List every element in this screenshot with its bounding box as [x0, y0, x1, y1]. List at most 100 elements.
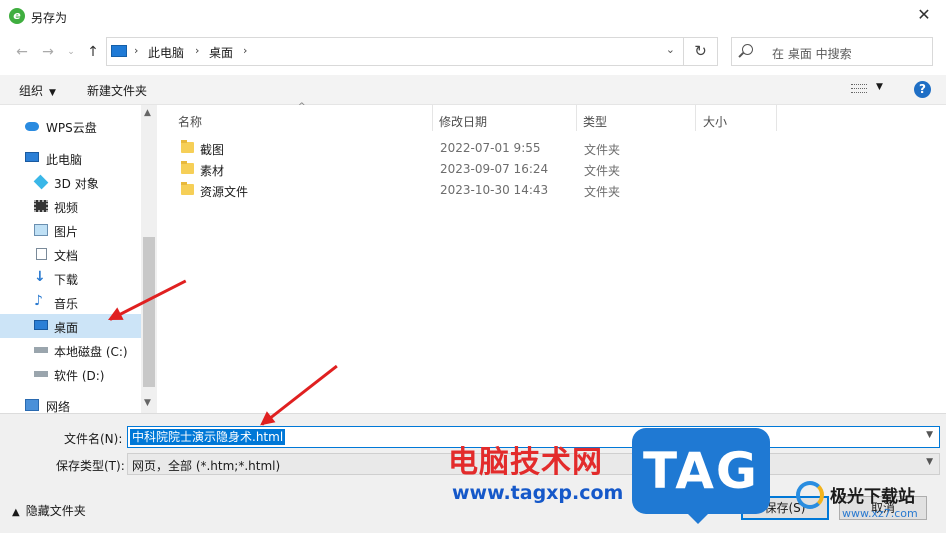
sidebar-item-software-d[interactable]: 软件 (D:) — [0, 362, 141, 386]
column-divider[interactable] — [776, 105, 777, 131]
sidebar-item-label: 3D 对象 — [54, 177, 99, 191]
caret-down-icon[interactable]: ▼ — [876, 82, 883, 92]
sidebar-item-label: 文档 — [54, 249, 79, 263]
sidebar-item-music[interactable]: ♪ 音乐 — [0, 290, 141, 314]
command-toolbar: 组织 ▼ 新建文件夹 ▼ ? — [0, 75, 946, 105]
sidebar-item-label: 此电脑 — [46, 153, 83, 167]
drive-icon — [34, 371, 48, 377]
sidebar-item-label: 桌面 — [54, 321, 79, 335]
column-header-date[interactable]: 修改日期 — [439, 113, 487, 130]
chevron-down-icon[interactable]: ▼ — [926, 430, 933, 440]
filetype-value: 网页，全部 (*.htm;*.html) — [132, 459, 281, 473]
help-icon[interactable]: ? — [914, 81, 931, 98]
view-options-icon[interactable] — [851, 84, 867, 95]
pictures-icon — [34, 224, 48, 236]
organize-button[interactable]: 组织 ▼ — [19, 82, 56, 99]
column-header-size[interactable]: 大小 — [703, 113, 727, 130]
sidebar-item-downloads[interactable]: ↓ 下载 — [0, 266, 141, 290]
column-divider[interactable] — [432, 105, 433, 131]
filename-label: 文件名(N): — [64, 432, 123, 446]
caret-up-icon: ▲ — [12, 507, 20, 518]
column-header-type[interactable]: 类型 — [583, 113, 607, 130]
address-bar[interactable]: › 此电脑 › 桌面 › ⌄ — [106, 37, 684, 66]
scroll-down-icon[interactable]: ▼ — [144, 398, 151, 408]
sidebar-item-label: 视频 — [54, 201, 79, 215]
chevron-down-icon[interactable]: ⌄ — [666, 43, 675, 56]
search-input[interactable]: 在 桌面 中搜索 — [731, 37, 933, 66]
sidebar-item-local-disk-c[interactable]: 本地磁盘 (C:) — [0, 338, 141, 362]
watermark-aurora-logo — [796, 481, 824, 509]
chevron-right-icon[interactable]: › — [134, 44, 138, 57]
chevron-right-icon[interactable]: › — [243, 44, 247, 57]
column-header-name[interactable]: 名称 — [178, 113, 202, 130]
close-button[interactable]: ✕ — [902, 0, 946, 32]
filetype-label: 保存类型(T): — [56, 459, 125, 473]
scroll-up-icon[interactable]: ▲ — [144, 108, 151, 118]
folder-icon — [181, 182, 194, 195]
sidebar-item-wps-cloud[interactable]: WPS云盘 — [0, 114, 141, 138]
chevron-right-icon[interactable]: › — [195, 44, 199, 57]
sidebar-scrollbar[interactable]: ▲ ▼ — [141, 105, 157, 413]
recent-locations-chevron-icon[interactable]: ⌄ — [61, 42, 81, 62]
refresh-button[interactable]: ↻ — [684, 37, 718, 66]
navigation-bar: ← → ⌄ ↑ › 此电脑 › 桌面 › ⌄ ↻ 在 桌面 中搜索 — [0, 34, 946, 70]
sidebar-item-pictures[interactable]: 图片 — [0, 218, 141, 242]
watermark-aurora-name: 极光下载站 — [830, 487, 915, 507]
cloud-icon — [25, 122, 39, 131]
file-row[interactable]: 素材 2023-09-07 16:24 文件夹 — [173, 159, 773, 180]
search-placeholder: 在 桌面 中搜索 — [772, 47, 852, 61]
sidebar-item-documents[interactable]: 文档 — [0, 242, 141, 266]
drive-icon — [34, 347, 48, 353]
title-bar: e 另存为 ✕ — [0, 0, 946, 34]
back-arrow-icon[interactable]: ← — [12, 42, 32, 62]
sidebar-item-this-pc[interactable]: 此电脑 — [0, 146, 141, 170]
computer-icon — [25, 152, 39, 162]
documents-icon — [36, 248, 47, 260]
file-type: 文件夹 — [584, 185, 621, 199]
sidebar-item-videos[interactable]: 视频 — [0, 194, 141, 218]
caret-down-icon: ▼ — [49, 88, 56, 98]
watermark-site-url: www.tagxp.com — [452, 482, 624, 504]
music-icon: ♪ — [34, 293, 43, 309]
breadcrumb-desktop[interactable]: 桌面 — [209, 44, 233, 61]
sidebar-item-label: 本地磁盘 (C:) — [54, 345, 128, 359]
breadcrumb-this-pc[interactable]: 此电脑 — [148, 44, 184, 61]
file-list: ^ 名称 修改日期 类型 大小 截图 2022-07-01 9:55 文件夹 素… — [158, 102, 946, 413]
watermark-tag-logo: TAG — [632, 428, 770, 524]
column-divider[interactable] — [695, 105, 696, 131]
file-date: 2022-07-01 9:55 — [440, 141, 541, 155]
network-icon — [25, 399, 39, 411]
folder-icon — [181, 140, 194, 153]
organize-label: 组织 — [19, 84, 44, 98]
file-date: 2023-10-30 14:43 — [440, 183, 549, 197]
forward-arrow-icon[interactable]: → — [38, 42, 58, 62]
window-title: 另存为 — [31, 11, 68, 25]
sidebar-item-3d-objects[interactable]: 3D 对象 — [0, 170, 141, 194]
file-row[interactable]: 资源文件 2023-10-30 14:43 文件夹 — [173, 180, 773, 201]
sort-ascending-icon: ^ — [298, 102, 306, 112]
hide-folders-toggle[interactable]: ▲ 隐藏文件夹 — [12, 502, 86, 519]
file-date: 2023-09-07 16:24 — [440, 162, 549, 176]
sidebar-item-label: 图片 — [54, 225, 79, 239]
file-type: 文件夹 — [584, 143, 621, 157]
search-icon — [742, 44, 753, 55]
sidebar-item-label: 下载 — [54, 273, 79, 287]
computer-icon — [111, 45, 127, 57]
chevron-down-icon[interactable]: ▼ — [926, 457, 933, 467]
column-divider[interactable] — [576, 105, 577, 131]
3d-objects-icon — [33, 174, 49, 190]
file-name: 资源文件 — [200, 185, 249, 199]
browser-app-icon: e — [9, 8, 25, 24]
scrollbar-thumb[interactable] — [143, 237, 155, 387]
watermark-aurora-url: www.xz7.com — [842, 507, 918, 520]
watermark-site-name: 电脑技术网 — [448, 445, 603, 480]
download-icon: ↓ — [34, 269, 46, 285]
sidebar-item-label: WPS云盘 — [46, 121, 97, 135]
sidebar-item-label: 软件 (D:) — [54, 369, 105, 383]
hide-folders-label: 隐藏文件夹 — [25, 504, 86, 518]
filename-value: 中科院院士演示隐身术.html — [130, 429, 286, 445]
folder-icon — [181, 161, 194, 174]
file-row[interactable]: 截图 2022-07-01 9:55 文件夹 — [173, 138, 773, 159]
new-folder-button[interactable]: 新建文件夹 — [87, 82, 147, 99]
up-arrow-icon[interactable]: ↑ — [83, 42, 103, 62]
